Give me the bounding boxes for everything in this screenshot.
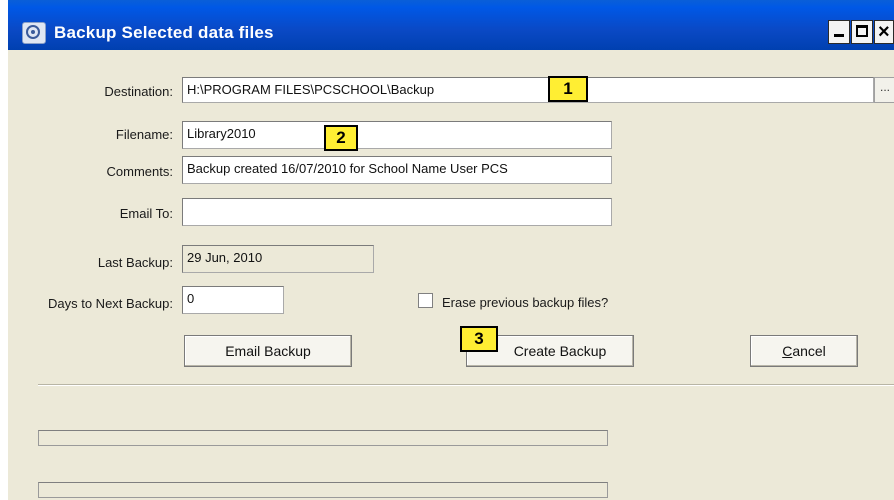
progress-bar-2 [38, 482, 608, 498]
title-bar[interactable]: Backup Selected data files × [8, 0, 894, 50]
last-backup-field: 29 Jun, 2010 [182, 245, 374, 273]
close-button[interactable]: × [874, 20, 894, 44]
email-to-field[interactable] [182, 198, 612, 226]
minimize-icon [834, 34, 844, 37]
callout-2: 2 [324, 125, 358, 151]
cancel-button[interactable]: Cancel [750, 335, 858, 367]
app-icon[interactable] [22, 22, 46, 44]
maximize-button[interactable] [851, 20, 873, 44]
erase-previous-label[interactable]: Erase previous backup files? [442, 295, 608, 310]
maximize-icon [856, 25, 868, 37]
filename-label: Filename: [115, 127, 173, 142]
window-title: Backup Selected data files [54, 23, 274, 42]
comments-label: Comments: [106, 164, 173, 179]
destination-field[interactable]: H:\PROGRAM FILES\PCSCHOOL\Backup [182, 77, 874, 103]
days-to-next-backup-field[interactable]: 0 [182, 286, 284, 314]
minimize-button[interactable] [828, 20, 850, 44]
callout-1: 1 [548, 76, 588, 102]
email-to-label: Email To: [119, 206, 173, 221]
last-backup-label: Last Backup: [97, 255, 173, 270]
days-to-next-backup-label: Days to Next Backup: [48, 296, 173, 311]
browse-button[interactable]: ... [874, 77, 894, 103]
progress-bar-1 [38, 430, 608, 446]
erase-previous-checkbox[interactable] [418, 293, 433, 308]
callout-3: 3 [460, 326, 498, 352]
cancel-accelerator: C [782, 343, 793, 359]
backup-dialog: Backup Selected data files × Destination… [8, 0, 894, 500]
filename-field[interactable]: Library2010 [182, 121, 612, 149]
create-backup-label: Create Backup [513, 343, 607, 359]
email-backup-button[interactable]: Email Backup [184, 335, 352, 367]
divider [38, 384, 894, 386]
close-icon: × [878, 21, 890, 43]
comments-field[interactable]: Backup created 16/07/2010 for School Nam… [182, 156, 612, 184]
destination-label: Destination: [104, 84, 173, 99]
cancel-label: ancel [792, 343, 826, 359]
